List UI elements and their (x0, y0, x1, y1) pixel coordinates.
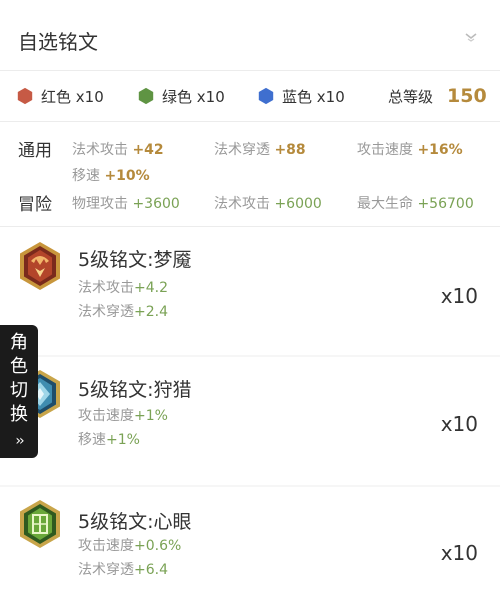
rune-color-summary: 红色 x10 绿色 x10 蓝色 x10 总等级 150 (0, 71, 500, 122)
green-rune-icon (20, 500, 60, 548)
stat-item: 移速 +10% (72, 168, 150, 184)
rune-name: 5级铭文:狩猎 (78, 379, 192, 401)
red-rune-icon (20, 242, 60, 290)
role-switch-label-char: 换 (10, 404, 28, 425)
total-level-value: 150 (447, 85, 487, 107)
header: 自选铭文 (0, 0, 500, 71)
stat-item: 最大生命 +56700 (357, 196, 474, 212)
red-rune-count: 红色 x10 (16, 71, 104, 121)
page-title: 自选铭文 (18, 30, 98, 54)
chevron-down-icon[interactable] (464, 30, 478, 44)
rune-stat: 法术穿透+6.4 (78, 562, 168, 578)
stat-item: 法术穿透 +88 (214, 142, 306, 158)
role-switch-tab[interactable]: 角 色 切 换 ›› (0, 325, 38, 458)
rune-count: x10 (440, 541, 478, 565)
stat-item: 法术攻击 +42 (72, 142, 164, 158)
stat-item: 攻击速度 +16% (357, 142, 463, 158)
adventure-stats-title: 冒险 (18, 195, 52, 215)
hexagon-icon (17, 87, 33, 105)
hexagon-icon (258, 87, 274, 105)
hexagon-icon (138, 87, 154, 105)
role-switch-label-char: 色 (10, 356, 28, 377)
general-stats-title: 通用 (18, 141, 52, 161)
rune-card[interactable]: 5级铭文:梦魇 法术攻击+4.2 法术穿透+2.4 x10 (0, 227, 500, 355)
rune-count: x10 (440, 412, 478, 436)
rune-count: x10 (440, 284, 478, 308)
total-level-label: 总等级 (388, 87, 434, 106)
rune-name: 5级铭文:心眼 (78, 511, 192, 533)
total-level: 总等级 150 (388, 71, 487, 121)
rune-card[interactable]: 5级铭文:心眼 攻击速度+0.6% 法术穿透+6.4 x10 (0, 487, 500, 614)
stats-panel: 通用 法术攻击 +42 法术穿透 +88 攻击速度 +16% 移速 +10% 冒… (0, 122, 500, 227)
stat-item: 法术攻击 +6000 (214, 196, 322, 212)
rune-card[interactable]: 5级铭文:狩猎 攻击速度+1% 移速+1% x10 (0, 357, 500, 485)
rune-name: 5级铭文:梦魇 (78, 249, 192, 271)
stat-item: 物理攻击 +3600 (72, 196, 180, 212)
rune-stat: 法术穿透+2.4 (78, 304, 168, 320)
rune-stat: 移速+1% (78, 432, 140, 448)
double-chevron-right-icon: ›› (15, 433, 24, 449)
role-switch-label-char: 角 (10, 332, 28, 353)
rune-stat: 攻击速度+0.6% (78, 538, 182, 554)
rune-stat: 攻击速度+1% (78, 408, 168, 424)
green-rune-count: 绿色 x10 (137, 71, 225, 121)
rune-stat: 法术攻击+4.2 (78, 280, 168, 296)
role-switch-label-char: 切 (10, 380, 28, 401)
blue-rune-count: 蓝色 x10 (257, 71, 345, 121)
